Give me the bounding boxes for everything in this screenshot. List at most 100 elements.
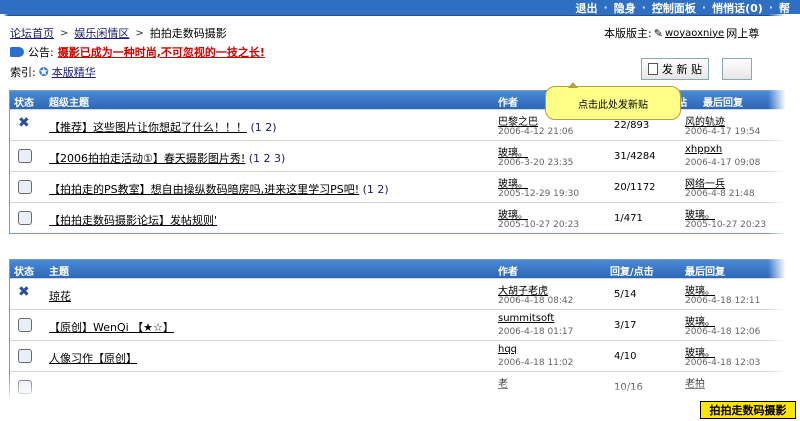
- topic-pages[interactable]: (1 2): [251, 121, 277, 134]
- topic-stats: 1/471: [614, 213, 643, 224]
- last-reply-date: 2006-4-18 12:03: [685, 358, 761, 368]
- nav-separator: ·: [603, 1, 608, 14]
- moderator-label: 本版版主:: [604, 27, 652, 40]
- new-post-tooltip: 点击此处发新贴: [545, 82, 681, 120]
- topic-title-link[interactable]: 琼花: [49, 290, 71, 303]
- topic-title-link[interactable]: 【原创】WenQi 【★☆】: [49, 321, 174, 334]
- topic-author[interactable]: 玻璃。: [498, 144, 528, 159]
- user-icon: ✎: [653, 26, 663, 40]
- new-post-label: 发 新 贴: [662, 63, 702, 76]
- topic-date: 2005-10-27 20:23: [498, 220, 580, 230]
- header-author: 作者: [498, 98, 518, 109]
- table-row: 【拍拍走的PS教室】想自由操纵数码暗房吗,进来这里学习PS吧! (1 2) 玻璃。…: [10, 171, 788, 202]
- last-reply-user[interactable]: 玻璃。: [685, 282, 715, 297]
- topic-title-cell: 人像习作【原创】: [49, 350, 137, 366]
- last-reply-date: 2006-4-17 19:54: [685, 127, 761, 137]
- topic-title-link[interactable]: 【2006拍拍走活动①】春天摄影图片秀!: [49, 152, 245, 165]
- topic-stats: 20/1172: [614, 182, 656, 193]
- last-reply-user[interactable]: 玻璃。: [685, 313, 715, 328]
- messages-link[interactable]: 悄悄话(0): [712, 0, 763, 16]
- table-row: 【原创】WenQi 【★☆】 summitsoft 2006-4-18 01:17…: [10, 309, 788, 340]
- chevron-right-icon: >: [135, 27, 144, 39]
- topic-title-cell: 【2006拍拍走活动①】春天摄影图片秀! (1 2 3): [49, 150, 285, 166]
- logout-link[interactable]: 退出: [576, 0, 598, 16]
- new-post-icon: [648, 63, 658, 75]
- chevron-right-icon: >: [60, 27, 69, 39]
- control-panel-link[interactable]: 控制面板: [652, 0, 696, 16]
- table-row: 人像习作【原创】 hqq 2006-4-18 11:02 4/10 玻璃。 2006-4…: [10, 340, 788, 371]
- topic-author[interactable]: summitsoft: [498, 313, 554, 324]
- announcement-label: 公告:: [28, 46, 54, 59]
- star-icon: ✪: [38, 65, 49, 79]
- topic-stats: 4/10: [614, 351, 637, 362]
- last-reply-date: 2006-4-18 12:06: [685, 327, 761, 337]
- index-row: 索引: ✪ 本版精华: [10, 64, 96, 80]
- header-author: 作者: [498, 267, 518, 278]
- announcement-text[interactable]: 摄影已成为一种时尚,不可忽视的一技之长!: [58, 44, 265, 60]
- megaphone-icon: [10, 47, 24, 57]
- hot-topic-icon: ✖: [18, 284, 30, 300]
- topic-stats: 5/14: [614, 289, 637, 300]
- nav-separator: ·: [768, 1, 773, 14]
- index-label: 索引:: [10, 66, 36, 79]
- header-last-reply: 最后回复: [685, 267, 725, 278]
- last-reply-user[interactable]: xhppxh: [685, 144, 722, 155]
- topic-title-link[interactable]: 【推荐】这些图片让你想起了什么！！！: [49, 121, 247, 134]
- topic-title-link[interactable]: 【拍拍走的PS教室】想自由操纵数码暗房吗,进来这里学习PS吧!: [49, 183, 359, 196]
- topic-title-cell: 【原创】WenQi 【★☆】: [49, 319, 174, 335]
- topic-author[interactable]: 玻璃。: [498, 206, 528, 221]
- nav-separator: ·: [641, 1, 646, 14]
- header-status: 状态: [14, 98, 34, 109]
- tooltip-text: 点击此处发新贴: [578, 99, 648, 111]
- moderator-name[interactable]: woyaoxniye: [665, 28, 724, 39]
- breadcrumb-home[interactable]: 论坛首页: [10, 25, 54, 41]
- topic-stats: 3/17: [614, 320, 637, 331]
- last-reply-date: 2005-10-27 20:23: [685, 220, 767, 230]
- top-nav-bar: 退出 · 隐身 · 控制面板 · 悄悄话(0) · 帮: [0, 0, 800, 16]
- last-reply-date: 2006-4-8 21:48: [685, 189, 755, 199]
- last-reply-user[interactable]: 玻璃。: [685, 206, 715, 221]
- table-row: 【2006拍拍走活动①】春天摄影图片秀! (1 2 3) 玻璃。 2006-3-20…: [10, 140, 788, 171]
- breadcrumb: 论坛首页 > 娱乐闲情区 > 拍拍走数码摄影: [10, 25, 227, 41]
- topic-title-link[interactable]: 【拍拍走数码摄影论坛】发帖规则': [49, 214, 217, 227]
- topic-title-link[interactable]: 人像习作【原创】: [49, 352, 137, 365]
- topic-status-icon: [18, 149, 32, 163]
- secondary-button[interactable]: [722, 58, 752, 80]
- last-reply-date: 2006-4-18 12:11: [685, 296, 761, 306]
- last-reply-user[interactable]: 风的轨迹: [685, 113, 725, 128]
- torn-edge-bottom: [0, 376, 800, 421]
- topic-title-cell: 【拍拍走数码摄影论坛】发帖规则': [49, 212, 217, 228]
- announcement: 公告: 摄影已成为一种时尚,不可忽视的一技之长!: [10, 44, 265, 60]
- last-reply-user[interactable]: 网络一兵: [685, 175, 725, 190]
- topic-pages[interactable]: (1 2 3): [249, 152, 286, 165]
- header-status: 状态: [14, 267, 34, 278]
- topic-author[interactable]: hqq: [498, 344, 517, 355]
- new-post-button[interactable]: 发 新 贴: [641, 58, 709, 80]
- topic-stats: 31/4284: [614, 151, 656, 162]
- torn-edge-left: [0, 14, 8, 409]
- last-reply-date: 2006-4-17 09:08: [685, 158, 761, 168]
- topic-author[interactable]: 玻璃。: [498, 175, 528, 190]
- torn-edge-right: [768, 14, 800, 409]
- breadcrumb-current: 拍拍走数码摄影: [149, 27, 227, 40]
- topic-status-icon: [18, 211, 32, 225]
- moderator-info: 本版版主: ✎ woyaoxniye 网上尊: [604, 25, 759, 41]
- topic-stats: 22/893: [614, 120, 650, 131]
- topic-date: 2005-12-29 19:30: [498, 189, 580, 199]
- digest-link[interactable]: 本版精华: [52, 64, 96, 80]
- topic-date: 2006-4-18 01:17: [498, 327, 574, 337]
- topic-author[interactable]: 巴黎之巴: [498, 113, 538, 128]
- topic-author[interactable]: 大胡子老虎: [498, 282, 548, 297]
- topic-status-icon: [18, 318, 32, 332]
- header-title: 主题: [49, 267, 69, 278]
- topic-date: 2006-3-20 23:35: [498, 158, 574, 168]
- topic-status-icon: [18, 349, 32, 363]
- last-reply-user[interactable]: 玻璃。: [685, 344, 715, 359]
- table-header: 状态 主题 作者 回复/点击 最后回复: [10, 260, 788, 278]
- header-stats: 回复/点击: [610, 267, 654, 278]
- topic-title-cell: 【推荐】这些图片让你想起了什么！！！ (1 2): [49, 119, 277, 135]
- topic-pages[interactable]: (1 2): [363, 183, 389, 196]
- breadcrumb-section[interactable]: 娱乐闲情区: [74, 25, 129, 41]
- invisible-link[interactable]: 隐身: [614, 0, 636, 16]
- header-last-reply: 最后回复: [703, 98, 743, 109]
